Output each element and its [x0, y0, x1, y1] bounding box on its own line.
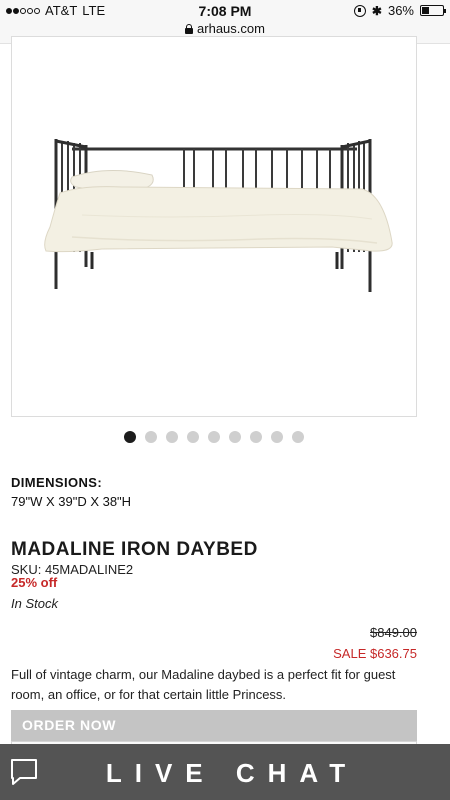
status-icons: ✱ 36%	[353, 3, 446, 18]
carousel-dot[interactable]	[271, 431, 283, 443]
order-now-button[interactable]: ORDER NOW	[11, 710, 417, 741]
daybed-image	[44, 139, 393, 292]
lock-icon	[185, 24, 194, 34]
product-title: MADALINE IRON DAYBED	[11, 539, 258, 560]
carousel-dot[interactable]	[229, 431, 241, 443]
stock-status: In Stock	[11, 596, 58, 611]
live-chat-label: LIVE CHAT	[105, 758, 359, 788]
address-bar[interactable]: arhaus.com	[0, 21, 450, 36]
product-image[interactable]	[11, 36, 417, 417]
carousel-dot[interactable]	[250, 431, 262, 443]
dimensions-value: 79"W X 39"D X 38"H	[11, 494, 132, 509]
dimensions-label: DIMENSIONS:	[11, 475, 103, 490]
battery-percent: 36%	[387, 3, 414, 18]
carousel-dot[interactable]	[208, 431, 220, 443]
carousel-dot[interactable]	[145, 431, 157, 443]
carousel-dot[interactable]	[187, 431, 199, 443]
battery-icon	[420, 5, 446, 16]
orientation-lock-icon	[353, 4, 366, 17]
carousel-dot[interactable]	[124, 431, 136, 443]
url-text: arhaus.com	[197, 21, 265, 36]
discount-badge: 25% off	[11, 575, 58, 590]
carousel-dot[interactable]	[166, 431, 178, 443]
product-description: Full of vintage charm, our Madaline dayb…	[11, 667, 396, 702]
original-price: $849.00	[370, 625, 417, 640]
carousel-dot[interactable]	[292, 431, 304, 443]
bluetooth-icon: ✱	[371, 3, 382, 18]
sale-price: SALE $636.75	[333, 646, 417, 661]
live-chat-bar[interactable]: LIVE CHAT	[0, 744, 450, 800]
image-carousel-dots	[124, 431, 304, 443]
